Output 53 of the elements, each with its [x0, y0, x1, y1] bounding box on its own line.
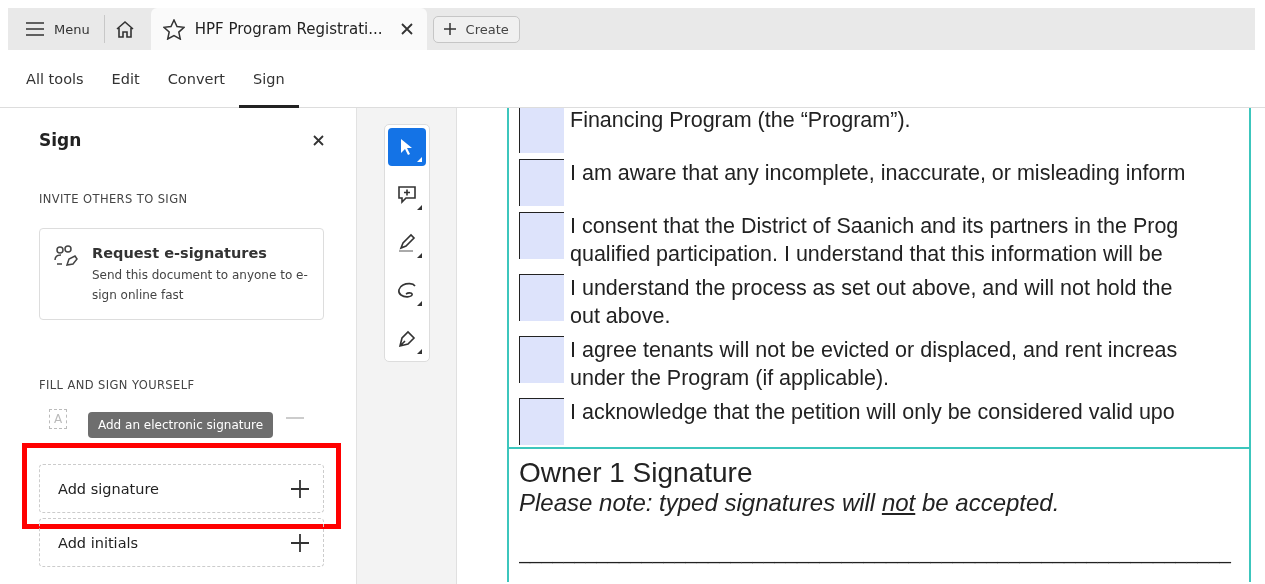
add-action-button[interactable]: Add signature [39, 464, 324, 513]
document-text: under the Program (if applicable). [570, 365, 891, 392]
document-text: Financing Program (the “Program”). [570, 108, 911, 134]
star-icon [162, 18, 185, 40]
close-icon[interactable] [313, 134, 324, 146]
section-heading: INVITE OTHERS TO SIGN [39, 192, 189, 206]
checkbox-field[interactable] [519, 398, 564, 445]
checkbox-field[interactable] [519, 108, 564, 153]
document-text: out above. [570, 303, 672, 330]
toolbar-tab[interactable]: All tools [12, 50, 98, 108]
toolbar-tab[interactable]: Convert [153, 50, 240, 108]
corner-triangle-icon [416, 301, 422, 306]
plus-icon [443, 23, 456, 35]
pen-icon [396, 233, 417, 253]
menu-icon [26, 22, 44, 36]
document-text: I understand the process as set out above, and will not hold the [570, 275, 1173, 302]
toolbar-tab[interactable]: Sign [239, 50, 299, 108]
document-text: I consent that the District of Saanich and its partners in the Prog [570, 213, 1179, 240]
signature-heading: Owner 1 Signature [519, 457, 754, 489]
document-text: qualified participation. I understand that this information will be [570, 241, 1164, 268]
corner-triangle-icon [416, 253, 422, 258]
tooltip: Add an electronic signature [88, 412, 274, 438]
checkbox-field[interactable] [519, 159, 564, 206]
signature-line[interactable]: ________________________________________________________________ [519, 541, 1239, 564]
section-heading: FILL AND SIGN YOURSELF [39, 378, 196, 392]
card-description: Send this document to anyone to e-sign online fast [92, 267, 309, 304]
toolbar-tab[interactable]: Edit [97, 50, 154, 108]
corner-triangle-icon [416, 205, 422, 210]
corner-triangle-icon [416, 157, 422, 162]
plus-icon [291, 479, 309, 498]
document-text: I agree tenants will not be evicted or displaced, and rent increas [570, 337, 1178, 364]
document-tab[interactable]: HPF Program Registrati... [150, 8, 427, 50]
add-action-button[interactable]: Add initials [39, 518, 324, 567]
checkbox-field[interactable] [519, 212, 564, 259]
cursor-icon [399, 138, 414, 156]
checkbox-field[interactable] [519, 274, 564, 321]
request-signatures-card[interactable]: Request e-signatures Send this document to anyone to e-sign online fast [39, 228, 324, 320]
document-text: I am aware that any incomplete, inaccurate, or misleading inform [570, 160, 1186, 187]
signature-note: Please note: typed signatures will not be accepted. [519, 489, 1061, 517]
panel-title: Sign [39, 130, 82, 150]
corner-triangle-icon [416, 349, 422, 354]
checkbox-field[interactable] [519, 336, 564, 383]
card-title: Request e-signatures [92, 245, 268, 261]
home-icon[interactable] [114, 20, 135, 38]
pen-nib-icon [396, 329, 417, 349]
menu-button[interactable]: Menu [8, 21, 104, 37]
close-icon[interactable] [400, 23, 413, 35]
comment-icon [396, 185, 417, 205]
create-button[interactable]: Create [432, 15, 520, 43]
document-text: I acknowledge that the petition will only be considered valid upo [570, 399, 1175, 426]
plus-icon [291, 533, 309, 552]
loop-icon [396, 282, 417, 300]
people-icon [54, 245, 78, 267]
